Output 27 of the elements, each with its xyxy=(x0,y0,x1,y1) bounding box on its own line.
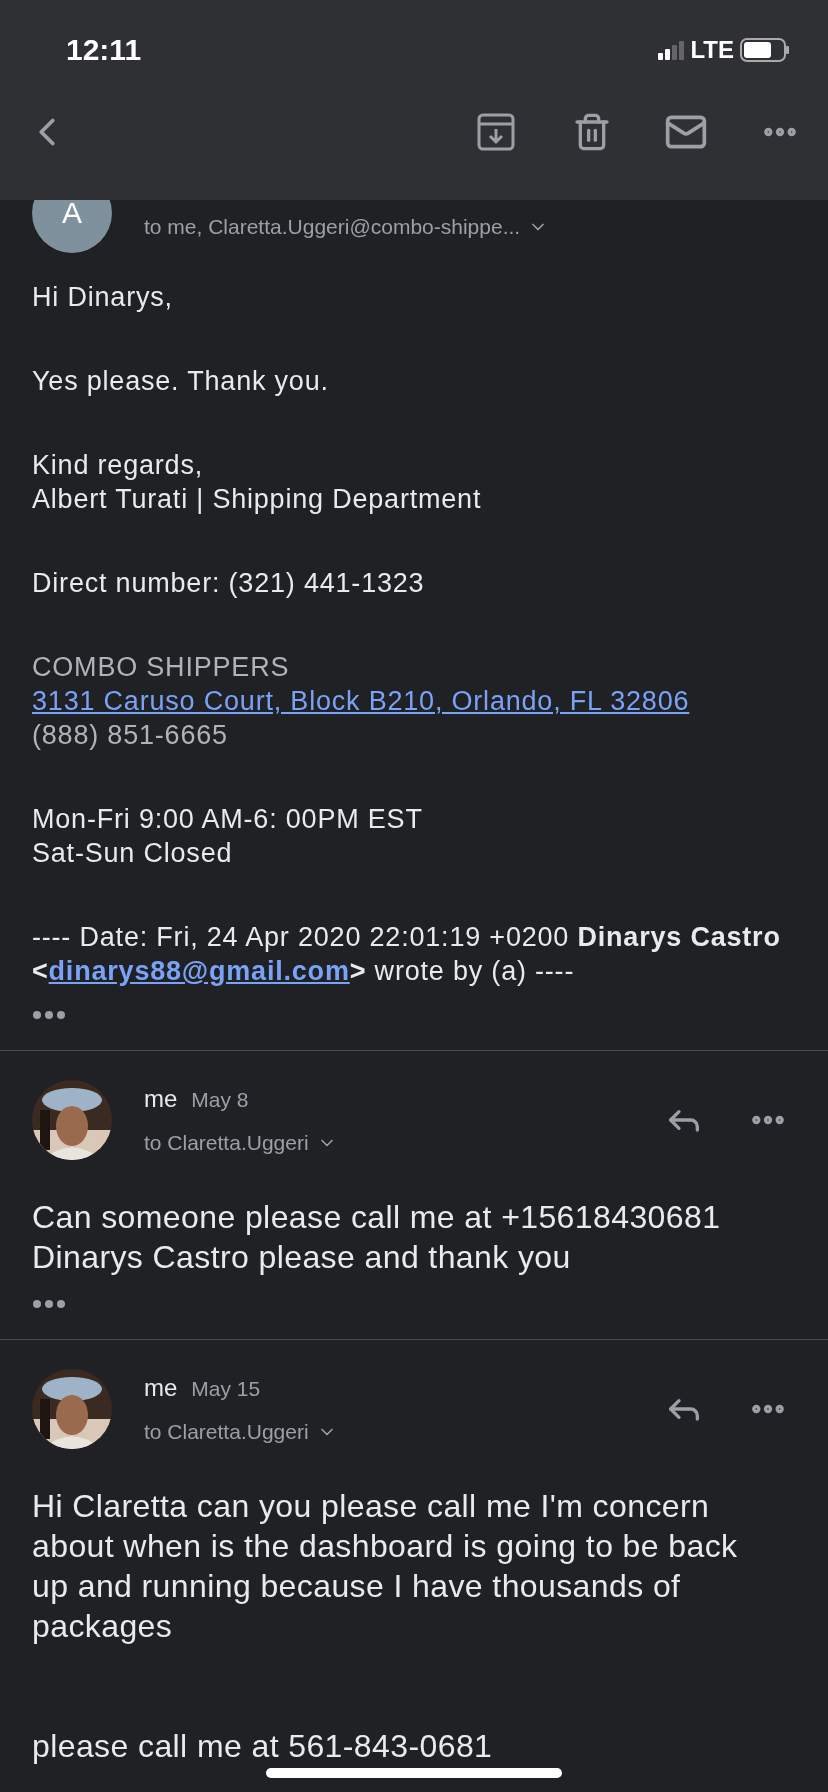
status-time: 12:11 xyxy=(66,33,142,67)
company-phone: (888) 851-6665 xyxy=(32,719,228,752)
battery-icon xyxy=(740,38,790,62)
sender-name: me xyxy=(144,1085,178,1113)
recipients-toggle[interactable]: to Claretta.Uggeri xyxy=(144,1420,337,1444)
recipients-toggle[interactable]: to me, Claretta.Uggeri@combo-shippe... xyxy=(144,215,549,239)
message-text: please call me at 561-843-0681 xyxy=(32,1727,494,1766)
message-text: Kind regards, Albert Turati | Shipping Department xyxy=(32,449,483,516)
network-label: LTE xyxy=(690,36,734,64)
message-text: Hi Dinarys, xyxy=(32,281,174,314)
email-link[interactable]: dinarys88@gmail.com xyxy=(48,956,350,986)
archive-button[interactable] xyxy=(476,112,516,152)
company-name: COMBO SHIPPERS xyxy=(32,651,290,684)
signal-icon xyxy=(658,40,685,60)
sender-name: me xyxy=(144,1374,178,1402)
show-trimmed-icon[interactable] xyxy=(32,1010,66,1020)
message-date: May 15 xyxy=(191,1377,261,1401)
recipients-toggle[interactable]: to Claretta.Uggeri xyxy=(144,1131,337,1155)
message-text: Mon-Fri 9:00 AM-6: 00PM EST Sat-Sun Closed xyxy=(32,803,424,870)
message-text: Hi Claretta can you please call me I'm concern about when is the dashboard is going to be back up and running because I have thousands of packages xyxy=(32,1487,739,1646)
address-link[interactable]: 3131 Caruso Court, Block B210, Orlando, FL 32806 xyxy=(32,684,690,718)
message-text: Yes please. Thank you. xyxy=(32,365,330,398)
message-text: Can someone please call me at +15618430681 Dinarys Castro please and thank you xyxy=(32,1198,722,1277)
message-text: Direct number: (321) 441-1323 xyxy=(32,567,426,600)
quote-header: ---- Date: Fri, 24 Apr 2020 22:01:19 +0200 Dinarys Castro <dinarys88@gmail.com> wrote by (a) ---- xyxy=(32,921,782,988)
show-trimmed-icon[interactable] xyxy=(32,1299,66,1309)
message-date: May 8 xyxy=(191,1088,249,1112)
